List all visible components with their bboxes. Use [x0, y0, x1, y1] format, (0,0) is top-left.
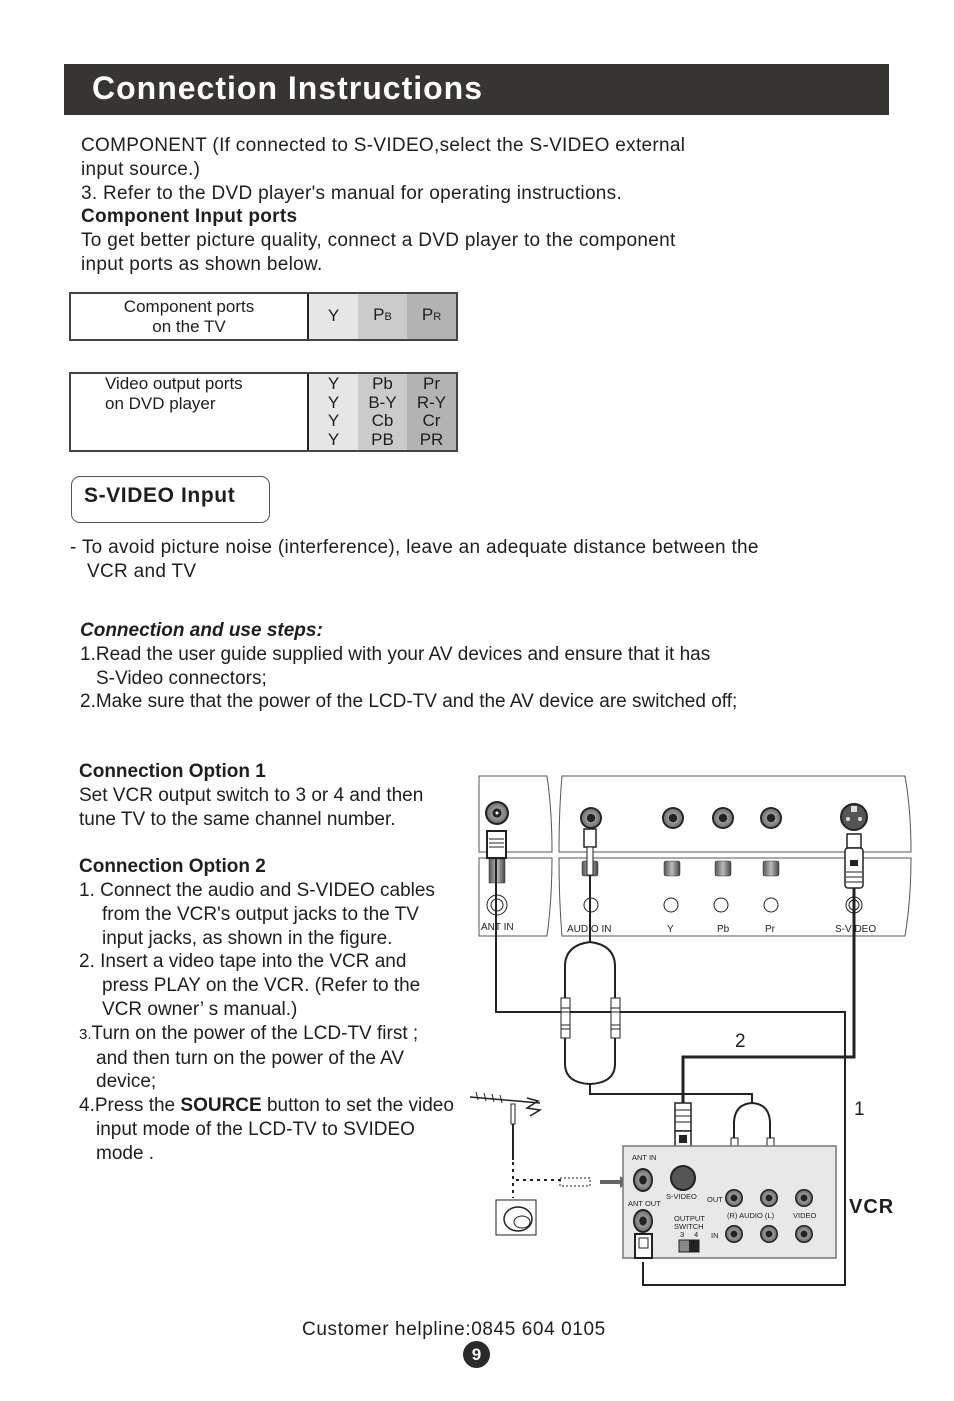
- vcr-label-in: IN: [711, 1231, 719, 1240]
- vcr-label-output-switch: SWITCH: [674, 1222, 704, 1231]
- vcr-label-svideo: S-VIDEO: [666, 1192, 697, 1201]
- tv-label-svideo: S-VIDEO: [835, 924, 876, 935]
- vcr-svideo-jack: [670, 1165, 696, 1191]
- vcr-audio-in-l-jack: [760, 1225, 778, 1243]
- audio-plug-right: [610, 997, 621, 1039]
- customer-helpline: Customer helpline:0845 604 0105: [302, 1319, 606, 1340]
- audio-plug-left: [560, 997, 571, 1039]
- vcr-label-ant-in: ANT IN: [632, 1153, 656, 1162]
- vcr-label-audio: (R) AUDIO (L): [727, 1211, 775, 1220]
- vcr-label-out: OUT: [707, 1195, 723, 1204]
- vcr-audio-out-l-jack: [760, 1189, 778, 1207]
- vcr-label: VCR: [849, 1196, 895, 1218]
- tv-audio-in-jack: [580, 807, 602, 829]
- tv-label-pb: Pb: [717, 924, 730, 935]
- cable-2-label: 2: [735, 1031, 746, 1052]
- vcr-audio-in-r-jack: [725, 1225, 743, 1243]
- vcr-ant-out-plug: [634, 1233, 653, 1259]
- vcr-video-out-jack: [795, 1189, 813, 1207]
- vcr-label-switch-4: 4: [694, 1230, 698, 1239]
- antenna-icon: [469, 1091, 591, 1198]
- page-number: 9: [463, 1341, 490, 1368]
- vcr-label-video: VIDEO: [793, 1211, 817, 1220]
- tv-label-y: Y: [667, 924, 674, 935]
- vcr-audio-out-r-jack: [725, 1189, 743, 1207]
- tv-y-jack: [662, 807, 684, 829]
- wall-outlet-icon: [495, 1199, 537, 1236]
- vcr-label-switch-3: 3: [680, 1230, 684, 1239]
- cable-1-label: 1: [854, 1099, 865, 1120]
- tv-pb-jack: [712, 807, 734, 829]
- connection-diagram: ANT IN AUDIO IN Y Pb Pr S-VIDEO 2 1 ANT …: [469, 775, 912, 1286]
- vcr-ant-in-jack: [633, 1168, 653, 1192]
- tv-svideo-jack: [840, 803, 868, 831]
- vcr-label-ant-out: ANT OUT: [628, 1199, 661, 1208]
- tv-label-ant-in: ANT IN: [481, 922, 514, 933]
- tv-pr-jack: [760, 807, 782, 829]
- vcr-ant-out-jack: [633, 1209, 653, 1233]
- tv-ant-in-jack: [485, 801, 509, 825]
- vcr-video-in-jack: [795, 1225, 813, 1243]
- tv-label-pr: Pr: [765, 924, 776, 935]
